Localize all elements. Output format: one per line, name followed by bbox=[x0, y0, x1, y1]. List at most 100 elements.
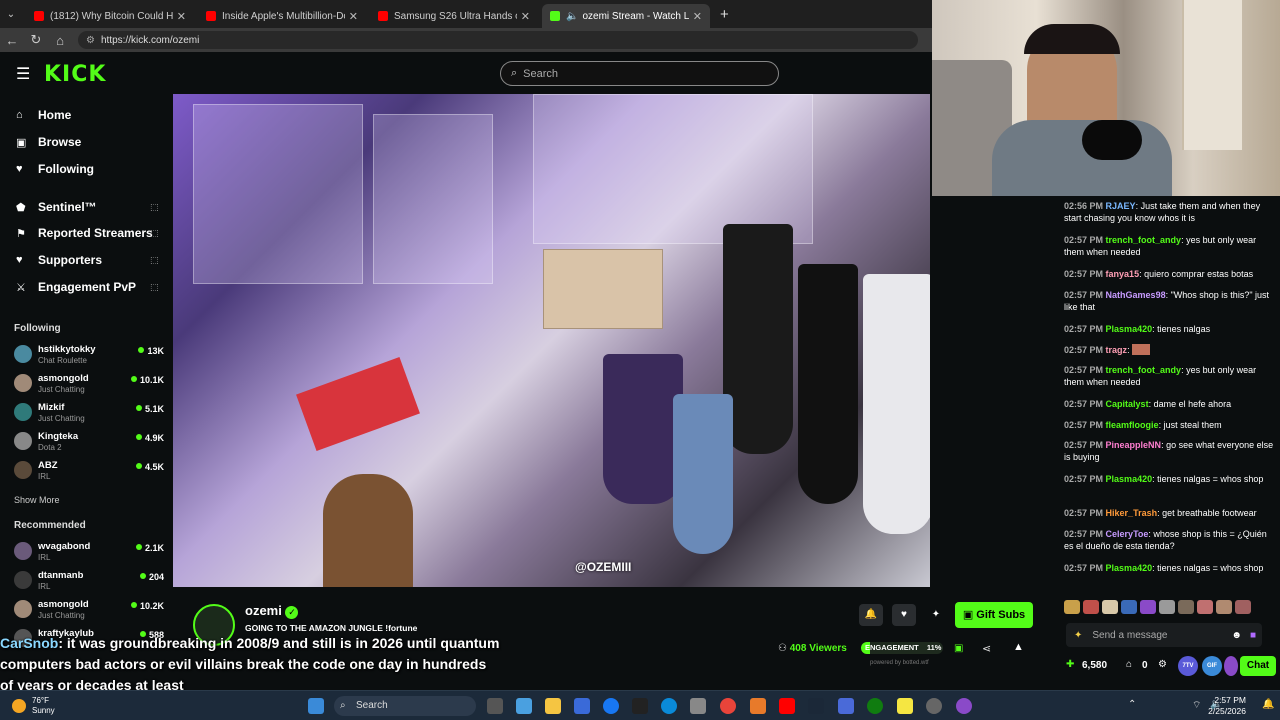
emote[interactable] bbox=[1083, 600, 1099, 614]
share-icon[interactable]: ⋖ bbox=[982, 642, 991, 655]
emote[interactable] bbox=[1178, 600, 1194, 614]
chat-message-input[interactable]: ✦ Send a message ☻ ■ bbox=[1066, 623, 1262, 647]
sparkle-icon[interactable]: ✦ bbox=[924, 604, 948, 626]
steam-icon[interactable] bbox=[808, 698, 824, 714]
chrome-icon[interactable] bbox=[720, 698, 736, 714]
chat-send-button[interactable]: Chat bbox=[1240, 656, 1276, 676]
sidebar-item-sentinel[interactable]: ⬟ Sentinel™ ⬚ bbox=[16, 200, 159, 214]
tray-chevron-icon[interactable]: ⌃ bbox=[1128, 699, 1136, 710]
flag-icon: ⚑ bbox=[16, 227, 26, 240]
close-tab-icon[interactable]: ✕ bbox=[177, 10, 186, 23]
emote[interactable] bbox=[1121, 600, 1137, 614]
emoji-icon[interactable]: ☻ bbox=[1231, 630, 1242, 641]
sidebar-item-following[interactable]: ♥ Following bbox=[16, 162, 94, 176]
tab-list-dropdown[interactable]: ⌄ bbox=[0, 9, 22, 20]
youtube-icon[interactable] bbox=[779, 698, 795, 714]
close-tab-icon[interactable]: ✕ bbox=[521, 10, 530, 23]
gear-icon[interactable]: ⚙ bbox=[1158, 659, 1167, 670]
boot bbox=[723, 224, 793, 454]
home-icon[interactable]: ⌂ bbox=[48, 33, 72, 48]
site-info-icon[interactable]: ⚙ bbox=[86, 35, 95, 46]
recommended-channel[interactable]: asmongold Just Chatting 10.2K bbox=[14, 598, 164, 624]
gift-subs-button[interactable]: ▣ Gift Subs bbox=[955, 602, 1033, 628]
close-tab-icon[interactable]: ✕ bbox=[349, 10, 358, 23]
youtube-icon bbox=[206, 11, 216, 21]
microphone bbox=[1082, 120, 1142, 160]
amazon-icon[interactable] bbox=[632, 698, 648, 714]
points-icon[interactable]: ✚ bbox=[1066, 659, 1074, 670]
wifi-icon[interactable]: ⌔ bbox=[1192, 699, 1201, 712]
kick-logo[interactable]: KICK bbox=[44, 62, 106, 87]
notification-bell-button[interactable]: 🔔 bbox=[859, 604, 883, 626]
search-input[interactable]: ⌕ Search bbox=[500, 61, 779, 86]
emote[interactable] bbox=[1216, 600, 1232, 614]
sidebar-item-home[interactable]: ⌂ Home bbox=[16, 108, 71, 122]
obs-icon[interactable] bbox=[926, 698, 942, 714]
vlc-icon[interactable] bbox=[750, 698, 766, 714]
weather-widget[interactable]: 76°F Sunny bbox=[32, 696, 55, 716]
following-channel[interactable]: asmongold Just Chatting 10.1K bbox=[14, 372, 164, 398]
browser-tab[interactable]: Inside Apple's Multibillion-Dollar F✕ bbox=[198, 4, 366, 28]
taskbar-search[interactable]: ⌕ Search bbox=[334, 696, 476, 716]
following-channel[interactable]: Kingteka Dota 2 4.9K bbox=[14, 430, 164, 456]
report-icon[interactable]: ▲ bbox=[1013, 641, 1024, 653]
sparkle-icon[interactable]: ✦ bbox=[1074, 630, 1082, 641]
back-icon[interactable]: ← bbox=[0, 33, 24, 48]
menu-icon[interactable]: ☰ bbox=[16, 64, 30, 84]
gif-icon[interactable]: GIF bbox=[1202, 656, 1222, 676]
browser-tab[interactable]: Samsung S26 Ultra Hands on - Th✕ bbox=[370, 4, 538, 28]
reload-icon[interactable]: ↻ bbox=[24, 32, 48, 48]
trophy-icon[interactable]: ⌂ bbox=[1126, 659, 1132, 670]
facebook-icon[interactable] bbox=[603, 698, 619, 714]
sticky-notes-icon[interactable] bbox=[897, 698, 913, 714]
external-link-icon: ⬚ bbox=[150, 281, 159, 292]
new-tab-button[interactable]: + bbox=[720, 6, 729, 23]
emote[interactable] bbox=[1235, 600, 1251, 614]
following-channel[interactable]: hstikkytokky Chat Roulette 13K bbox=[14, 343, 164, 369]
chat-message: 02:57 PM trench_foot_andy: yes but only … bbox=[1064, 235, 1257, 257]
follow-heart-button[interactable]: ♥ bbox=[892, 604, 916, 626]
start-icon[interactable] bbox=[308, 698, 324, 714]
streamer-name[interactable]: ozemi ✓ bbox=[245, 603, 299, 619]
video-player[interactable]: @OZEMIII bbox=[173, 94, 930, 587]
taskbar-clock[interactable]: 2:57 PM 2/25/2026 bbox=[1208, 695, 1246, 717]
notifications-icon[interactable]: 🔔 bbox=[1262, 699, 1274, 710]
7tv-icon[interactable]: 7TV bbox=[1178, 656, 1198, 676]
file-explorer-icon[interactable] bbox=[545, 698, 561, 714]
clip-icon[interactable]: ▣ bbox=[954, 643, 963, 654]
sidebar-item-supporters[interactable]: ♥ Supporters ⬚ bbox=[16, 253, 159, 267]
sidebar-item-engagement-pvp[interactable]: ⚔ Engagement PvP ⬚ bbox=[16, 280, 159, 294]
browser-tab[interactable]: (1812) Why Bitcoin Could Hit $0 -✕ bbox=[26, 4, 194, 28]
emote[interactable] bbox=[1140, 600, 1156, 614]
emote[interactable] bbox=[1197, 600, 1213, 614]
extension-icon[interactable] bbox=[1224, 656, 1238, 676]
following-channel[interactable]: Mizkif Just Chatting 5.1K bbox=[14, 401, 164, 427]
following-channel[interactable]: ABZ IRL 4.5K bbox=[14, 459, 164, 485]
xbox-icon[interactable] bbox=[867, 698, 883, 714]
emote[interactable] bbox=[1064, 600, 1080, 614]
show-more-link[interactable]: Show More bbox=[14, 495, 60, 505]
emote[interactable] bbox=[1102, 600, 1118, 614]
task-view-icon[interactable] bbox=[487, 698, 503, 714]
weather-icon[interactable] bbox=[12, 699, 26, 713]
app-icon[interactable] bbox=[838, 698, 854, 714]
search-placeholder: Search bbox=[523, 67, 559, 80]
close-tab-icon[interactable]: ✕ bbox=[693, 10, 702, 23]
browser-tab-active[interactable]: 🔈ozemi Stream - Watch Live o✕ bbox=[542, 4, 710, 28]
store-icon[interactable] bbox=[574, 698, 590, 714]
recommended-channel[interactable]: dtanmanb IRL 204 bbox=[14, 569, 164, 595]
chat-message: 02:57 PM Plasma420: tienes nalgas bbox=[1064, 324, 1211, 334]
copilot-icon[interactable] bbox=[516, 698, 532, 714]
url-field[interactable]: ⚙ https://kick.com/ozemi bbox=[78, 31, 918, 49]
gift-icon[interactable]: ■ bbox=[1250, 630, 1256, 641]
sidebar-item-browse[interactable]: ▣ Browse bbox=[16, 135, 81, 149]
calculator-icon[interactable] bbox=[690, 698, 706, 714]
sidebar-item-reported-streamers[interactable]: ⚑ Reported Streamers ⬚ bbox=[16, 226, 159, 240]
channel-points[interactable]: 6,580 bbox=[1082, 660, 1107, 671]
chat-message: 02:57 PM fleamfloogie: just steal them bbox=[1064, 420, 1222, 430]
recommended-channel[interactable]: wvagabond IRL 2.1K bbox=[14, 540, 164, 566]
emote[interactable] bbox=[1159, 600, 1175, 614]
speaker-icon[interactable]: 🔈 bbox=[566, 11, 578, 22]
app-icon[interactable] bbox=[956, 698, 972, 714]
edge-icon[interactable] bbox=[661, 698, 677, 714]
